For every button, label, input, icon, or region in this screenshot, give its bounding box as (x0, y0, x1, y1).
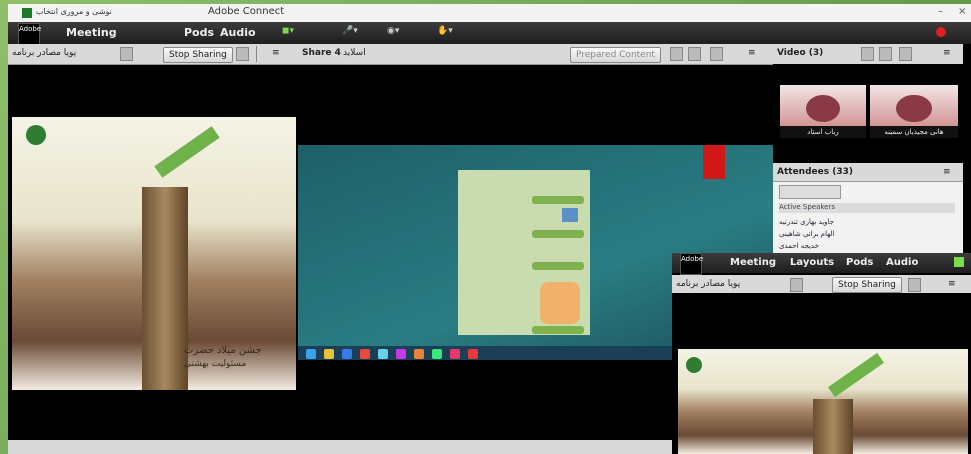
presenter-label: پویا مصادر برنامه (676, 279, 741, 289)
divider (256, 46, 257, 62)
share-pod-title: Share 4 (302, 48, 341, 58)
view-toggle-icons[interactable] (779, 185, 841, 199)
camera-view-icon[interactable] (861, 47, 874, 61)
app-icon[interactable] (468, 349, 478, 359)
participant-face (896, 94, 932, 123)
prepared-content-button[interactable]: Prepared Content (570, 47, 661, 63)
poster-caption-2: مسئولیت بهشتی (184, 359, 247, 369)
webcam-feed: هانی مجیدیان سمینه (870, 85, 958, 138)
folder-icon[interactable] (324, 349, 334, 359)
close-button[interactable]: × (958, 6, 966, 17)
start-icon[interactable] (306, 349, 316, 359)
overlay-black-area (672, 293, 971, 349)
adobe-logo-icon: Adobe (18, 23, 41, 45)
adobe-logo-icon: Adobe (680, 253, 703, 275)
logo-seal-icon (26, 125, 46, 145)
fullscreen-icon[interactable] (236, 47, 249, 61)
chat-message (532, 230, 584, 238)
app-icon[interactable] (378, 349, 388, 359)
menu-audio[interactable]: Audio (220, 26, 256, 39)
grid-view-icon[interactable] (879, 47, 892, 61)
app-icon[interactable] (414, 349, 424, 359)
app-icon[interactable] (396, 349, 406, 359)
overlay-window: Adobe Meeting Layouts Pods Audio پویا مص… (672, 253, 971, 454)
green-flag-image (827, 352, 885, 398)
pod-options-icon[interactable]: ≡ (272, 48, 280, 58)
participant-face (805, 94, 841, 123)
browser-icon[interactable] (342, 349, 352, 359)
grid-view-icon[interactable] (688, 47, 701, 61)
pod-options-icon[interactable]: ≡ (948, 279, 956, 289)
speaker-icon[interactable] (954, 257, 964, 267)
menu-pods[interactable]: Pods (184, 26, 214, 39)
menu-pods[interactable]: Pods (846, 257, 873, 268)
menu-audio[interactable]: Audio (886, 257, 918, 268)
bottom-strip (8, 440, 673, 454)
presenter-label: پویا مصادر برنامه (12, 48, 77, 58)
pod-options-icon[interactable]: ≡ (943, 167, 951, 177)
poster-caption-1: جشن میلاد حضرت (184, 345, 262, 356)
overlay-pod-bar: پویا مصادر برنامه Stop Sharing ≡ (672, 275, 971, 293)
chat-window (458, 170, 590, 335)
raise-hand-icon[interactable]: ✋▾ (433, 26, 457, 39)
minaret-image (142, 187, 188, 390)
presenter-pod-bar: پویا مصادر برنامه Stop Sharing ≡ (8, 44, 298, 65)
fullscreen-icon[interactable] (899, 47, 912, 61)
app-icon[interactable] (432, 349, 442, 359)
webcam-icon[interactable]: ◉▾ (383, 26, 403, 39)
active-speakers-header: Active Speakers (779, 203, 955, 213)
video-pod-bar: Video (3) ≡ (773, 44, 963, 64)
fullscreen-icon[interactable] (908, 278, 921, 292)
speaker-icon[interactable]: ◼▾ (278, 26, 298, 39)
stop-sharing-button[interactable]: Stop Sharing (163, 47, 233, 63)
share-pod-subtitle: اسلاید (343, 48, 366, 58)
presentation-poster: جشن میلاد حضرت مسئولیت بهشتی (12, 117, 296, 390)
app-icon (22, 8, 32, 18)
attendees-pod-bar: Attendees (33) ≡ (773, 163, 963, 182)
video-pod-title: Video (3) (777, 48, 824, 58)
webcam-name: رباب استاد (780, 126, 866, 138)
webcam-feed: رباب استاد (780, 85, 866, 138)
menu-meeting[interactable]: Meeting (66, 26, 117, 39)
attendees-pod: Attendees (33) ≡ Active Speakers جاوید ب… (773, 163, 963, 263)
red-bookmark (703, 145, 725, 179)
menu-meeting[interactable]: Meeting (730, 257, 776, 268)
presentation-poster (678, 349, 968, 454)
record-indicator-icon[interactable] (936, 27, 946, 37)
window-title: Adobe Connect (208, 6, 285, 17)
overlay-menu-bar: Adobe Meeting Layouts Pods Audio (672, 253, 971, 275)
media-icon[interactable] (360, 349, 370, 359)
people-emoji-icon (562, 208, 578, 222)
green-flag-image (154, 126, 220, 178)
room-name: نوشی و مروری انتخاب (36, 7, 112, 16)
minimize-button[interactable]: – (938, 6, 943, 17)
fullscreen-icon[interactable] (710, 47, 723, 61)
microphone-icon[interactable]: 🎤▾ (338, 26, 362, 39)
attendee-row[interactable]: الهام براتی شاهینی (779, 230, 949, 240)
attendees-title: Attendees (33) (777, 167, 853, 177)
attendee-row[interactable]: خدیجه احمدی (779, 242, 949, 252)
title-bar: نوشی و مروری انتخاب Adobe Connect – × (8, 4, 971, 23)
chat-message (532, 196, 584, 204)
app-icon[interactable] (450, 349, 460, 359)
pod-options-icon[interactable]: ≡ (748, 48, 756, 58)
chat-message (532, 262, 584, 270)
menu-bar: Adobe Meeting Pods Audio ◼▾ 🎤▾ ◉▾ ✋▾ (8, 22, 971, 45)
minaret-image (813, 399, 853, 454)
layout-toggle-icon[interactable] (670, 47, 683, 61)
pod-menu-icon[interactable] (790, 278, 803, 292)
webcam-name: هانی مجیدیان سمینه (870, 126, 958, 138)
stop-sharing-button[interactable]: Stop Sharing (832, 277, 902, 293)
thumbs-up-icon (540, 282, 580, 324)
pod-menu-icon[interactable] (120, 47, 133, 61)
share-pod-bar: Share 4 اسلاید Prepared Content ≡ (298, 44, 773, 65)
menu-layouts[interactable]: Layouts (790, 257, 834, 268)
pod-options-icon[interactable]: ≡ (943, 48, 951, 58)
logo-seal-icon (686, 357, 702, 373)
attendee-row[interactable]: جاوید بهاری تندرنیه (779, 218, 949, 228)
chat-message (532, 326, 584, 334)
